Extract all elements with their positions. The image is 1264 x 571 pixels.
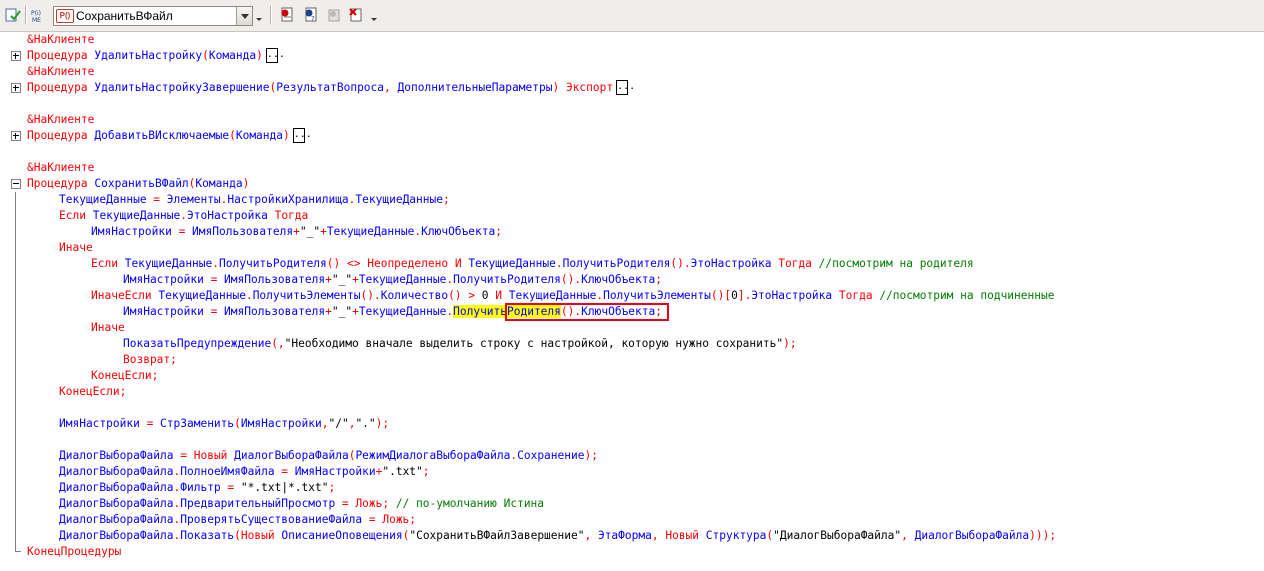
code-line[interactable]: Процедура УдалитьНастройку(Команда)... (0, 48, 1264, 64)
procedure-name: СохранитьВФайл (94, 177, 189, 190)
annotation: &НаКлиенте (27, 33, 95, 46)
collapsed-block-marker[interactable]: ... (265, 48, 285, 63)
collapsed-block-marker[interactable]: ... (292, 128, 312, 143)
delete-breakpoint-icon[interactable] (347, 5, 365, 25)
code-line[interactable]: &НаКлиенте (0, 64, 1264, 80)
code-editor[interactable]: &НаКлиенте Процедура УдалитьНастройку(Ко… (0, 32, 1264, 571)
code-line[interactable]: ТекущиеДанные = Элементы.НастройкиХранил… (0, 192, 1264, 208)
code-line[interactable]: Если ТекущиеДанные.ПолучитьРодителя() <>… (0, 256, 1264, 272)
chevron-down-icon[interactable] (371, 18, 377, 21)
keyword: Процедура (27, 49, 88, 62)
code-line[interactable]: КонецЕсли; (0, 384, 1264, 400)
code-line[interactable]: Если ТекущиеДанные.ЭтоНастройка Тогда (0, 208, 1264, 224)
comment: // по-умолчанию Истина (389, 497, 545, 510)
procedure-dropdown-button[interactable] (236, 7, 252, 25)
code-line[interactable]: ДиалогВыбораФайла.ПолноеИмяФайла = ИмяНа… (0, 464, 1264, 480)
code-line[interactable]: ДиалогВыбораФайла.Фильтр = "*.txt|*.txt"… (0, 480, 1264, 496)
code-line[interactable]: ДиалогВыбораФайла.ПроверятьСуществование… (0, 512, 1264, 528)
procedure-name: ДобавитьВИсключаемые (94, 129, 230, 142)
chevron-down-icon[interactable] (256, 18, 262, 21)
svg-text:?: ? (311, 15, 315, 23)
insert-breakpoint-icon[interactable] (278, 5, 296, 25)
toolbar-separator (270, 6, 272, 24)
code-line[interactable]: ИмяНастройки = СтрЗаменить(ИмяНастройки,… (0, 416, 1264, 432)
code-line[interactable]: ДиалогВыбораФайла = Новый ДиалогВыбораФа… (0, 448, 1264, 464)
toggle-breakpoint-icon[interactable]: ? (302, 5, 320, 25)
module-toolbar: P(i) ME P() СохранитьВФайл ? (0, 0, 1264, 32)
expand-icon[interactable] (11, 131, 21, 141)
toolbar-separator (25, 6, 27, 24)
code-line[interactable]: ДиалогВыбораФайла.Показать(Новый Описани… (0, 528, 1264, 544)
code-line[interactable]: Возврат; (0, 352, 1264, 368)
code-line[interactable]: &НаКлиенте (0, 32, 1264, 48)
expand-icon[interactable] (11, 51, 21, 61)
code-line[interactable]: Процедура ДобавитьВИсключаемые(Команда).… (0, 128, 1264, 144)
highlight-annotation-box (505, 303, 669, 321)
annotation: &НаКлиенте (27, 161, 95, 174)
procedure-name: УдалитьНастройку (94, 49, 203, 62)
code-line[interactable]: Процедура УдалитьНастройкуЗавершение(Рез… (0, 80, 1264, 96)
collapse-icon[interactable] (11, 179, 21, 189)
svg-text:P(i): P(i) (31, 10, 41, 17)
procedure-select-icon: P() (56, 9, 74, 23)
code-line[interactable]: Процедура СохранитьВФайл(Команда) (0, 176, 1264, 192)
syntax-check-icon[interactable]: P(i) ME (31, 5, 49, 25)
code-line[interactable]: КонецПроцедуры (0, 544, 1264, 560)
comment: //посмотрим на подчиненные (879, 289, 1055, 302)
svg-text:ME: ME (32, 17, 41, 23)
procedure-select[interactable]: P() СохранитьВФайл (53, 6, 253, 26)
code-line[interactable]: КонецЕсли; (0, 368, 1264, 384)
code-line[interactable]: &НаКлиенте (0, 160, 1264, 176)
procedure-name: УдалитьНастройкуЗавершение (94, 81, 270, 94)
code-line[interactable]: ИмяНастройки = ИмяПользователя+"_"+Текущ… (0, 272, 1264, 288)
procedure-select-value: СохранитьВФайл (76, 9, 173, 23)
code-line[interactable]: ИмяНастройки = ИмяПользователя+"_"+Текущ… (0, 224, 1264, 240)
collapsed-block-marker[interactable]: ... (616, 80, 635, 95)
expand-icon[interactable] (11, 83, 21, 93)
chevron-down-icon (240, 13, 249, 19)
code-line[interactable]: Иначе (0, 320, 1264, 336)
disable-breakpoint-icon[interactable] (325, 5, 343, 25)
annotation: &НаКлиенте (27, 113, 95, 126)
code-line[interactable]: &НаКлиенте (0, 112, 1264, 128)
annotation: &НаКлиенте (27, 65, 95, 78)
check-module-icon[interactable] (4, 5, 22, 25)
code-line[interactable]: Иначе (0, 240, 1264, 256)
keyword: КонецПроцедуры (27, 545, 122, 558)
code-line[interactable]: ИначеЕсли ТекущиеДанные.ПолучитьЭлементы… (0, 288, 1264, 304)
code-line[interactable]: ПоказатьПредупреждение(,"Необходимо внач… (0, 336, 1264, 352)
code-line[interactable]: ДиалогВыбораФайла.ПредварительныйПросмот… (0, 496, 1264, 512)
comment: //посмотрим на родителя (818, 257, 974, 270)
